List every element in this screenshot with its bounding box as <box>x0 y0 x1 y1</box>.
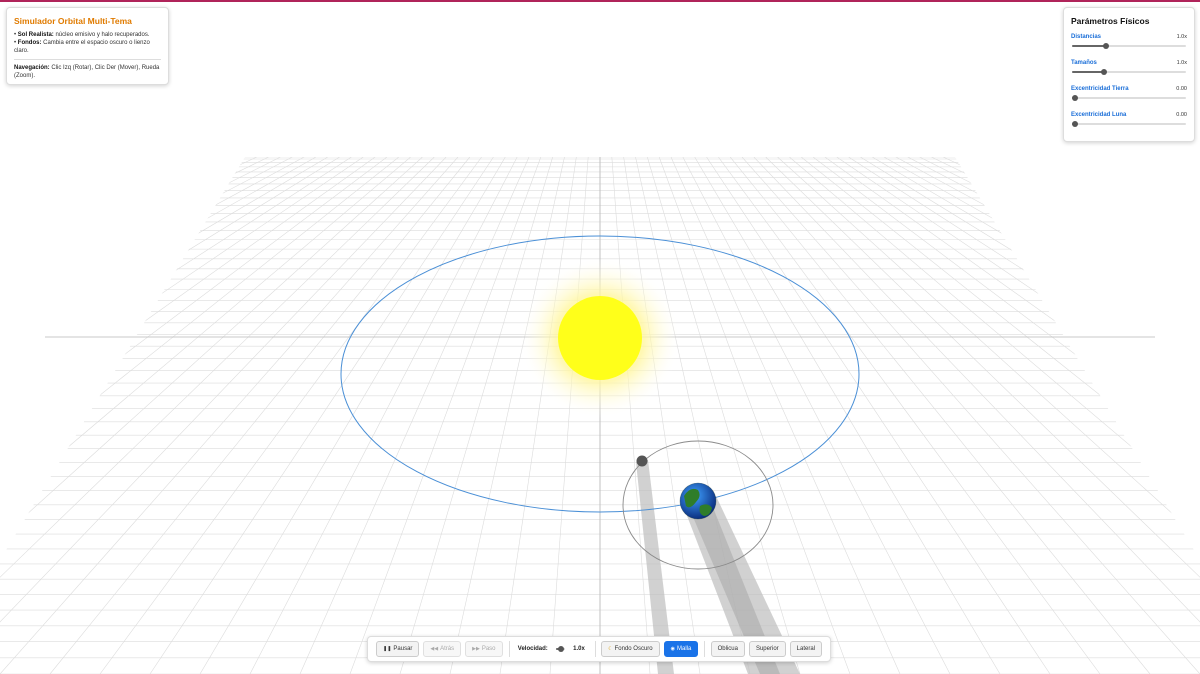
params-panel: Parámetros Físicos Distancias 1.0x Tamaño… <box>1063 7 1195 142</box>
back-label: Atrás <box>440 646 455 652</box>
top-view-button[interactable]: Superior <box>748 641 786 657</box>
info-sun-text: núcleo emisivo y halo recuperados. <box>55 32 150 38</box>
step-icon: ▶▶ <box>472 645 480 652</box>
moon <box>636 455 648 467</box>
info-sun-label: Sol Realista: <box>17 32 54 38</box>
params-title: Parámetros Físicos <box>1071 16 1150 26</box>
dark-background-button[interactable]: ☾ Fondo Oscuro <box>601 641 660 657</box>
info-nav-line: Navegación: Clic Izq (Rotar), Clic Der (… <box>14 64 161 80</box>
slider-thumb[interactable] <box>1072 121 1078 127</box>
info-nav-label: Navegación: <box>14 65 50 71</box>
sun <box>558 296 642 380</box>
info-bg-line: • Fondos: Cambia entre el espacio oscuro… <box>14 40 150 54</box>
info-divider <box>14 59 161 60</box>
moon-icon: ☾ <box>608 645 613 652</box>
sizes-slider[interactable] <box>1071 66 1187 78</box>
earth <box>679 482 717 520</box>
rewind-icon: ◀◀ <box>430 645 439 652</box>
speed-slider-thumb[interactable] <box>558 646 565 652</box>
param-distances: Distancias 1.0x <box>1071 34 1187 52</box>
mesh-toggle-button[interactable]: ◉ Malla <box>663 641 699 657</box>
back-button[interactable]: ◀◀ Atrás <box>423 641 462 657</box>
step-button[interactable]: ▶▶ Paso <box>465 641 503 657</box>
moon-eccentricity-slider[interactable] <box>1071 118 1187 130</box>
side-label: Lateral <box>796 646 816 652</box>
info-sun-line: • Sol Realista: núcleo emisivo y halo re… <box>14 32 150 38</box>
top-label: Superior <box>755 646 779 652</box>
dark-background-label: Fondo Oscuro <box>614 646 653 652</box>
speed-slider[interactable] <box>555 643 566 655</box>
orbital-scene[interactable] <box>0 0 1200 674</box>
eye-icon: ◉ <box>670 645 676 652</box>
mesh-label: Malla <box>677 646 692 652</box>
info-title: Simulador Orbital Multi-Tema <box>14 16 132 26</box>
param-earth-eccentricity: Excentricidad Tierra 0.00 <box>1071 86 1187 104</box>
param-moon-eccentricity: Excentricidad Luna 0.00 <box>1071 112 1187 130</box>
earth-eccentricity-slider[interactable] <box>1071 92 1187 104</box>
distances-slider[interactable] <box>1071 40 1187 52</box>
control-bar: ❚❚ Pausar ◀◀ Atrás ▶▶ Paso Velocidad: 1.0x … <box>367 636 831 662</box>
speed-value: 1.0x <box>573 646 585 652</box>
info-bg-label: Fondos: <box>17 40 42 46</box>
pause-icon: ❚❚ <box>383 645 392 652</box>
pause-label: Pausar <box>393 646 413 652</box>
slider-thumb[interactable] <box>1102 43 1109 49</box>
slider-thumb[interactable] <box>1072 95 1078 101</box>
info-panel: Simulador Orbital Multi-Tema • Sol Reali… <box>6 7 169 85</box>
oblique-label: Oblicua <box>717 646 738 652</box>
param-sizes: Tamaños 1.0x <box>1071 60 1187 78</box>
slider-thumb[interactable] <box>1100 69 1107 75</box>
step-label: Paso <box>481 646 496 652</box>
oblique-view-button[interactable]: Oblicua <box>710 641 745 657</box>
side-view-button[interactable]: Lateral <box>789 641 823 657</box>
speed-label: Velocidad: <box>517 646 548 652</box>
pause-button[interactable]: ❚❚ Pausar <box>376 641 420 657</box>
